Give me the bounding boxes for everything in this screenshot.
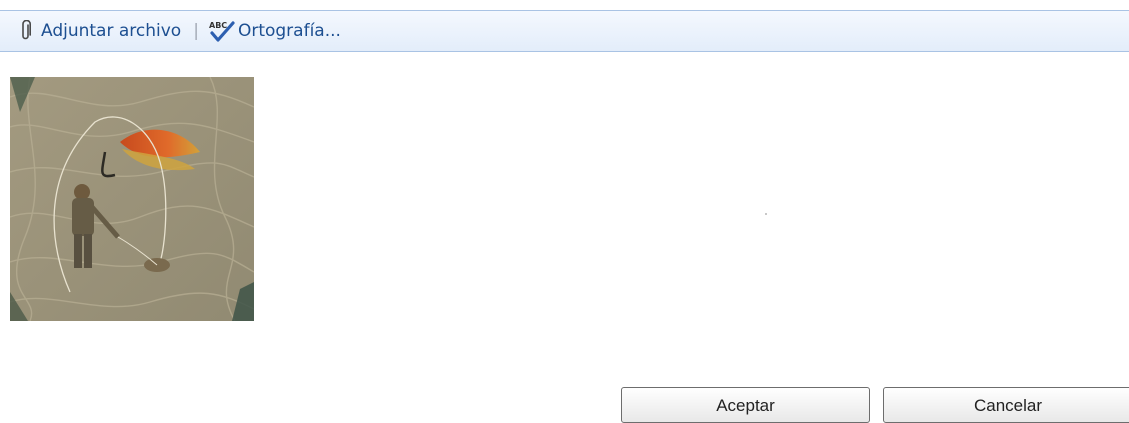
- spelling-button[interactable]: ABC Ortografía...: [209, 19, 341, 43]
- ok-button[interactable]: Aceptar: [621, 387, 870, 423]
- cancel-button[interactable]: Cancelar: [883, 387, 1129, 423]
- image-thumbnail: [10, 77, 254, 321]
- toolbar-separator: |: [193, 21, 199, 41]
- spelling-label: Ortografía...: [237, 21, 341, 41]
- attach-file-label: Adjuntar archivo: [41, 21, 182, 41]
- paperclip-icon: [20, 20, 32, 42]
- editor-toolbar: Adjuntar archivo | ABC Ortografía...: [0, 10, 1129, 52]
- attach-file-button[interactable]: Adjuntar archivo: [20, 20, 181, 42]
- stray-pixel: [765, 213, 767, 215]
- spell-check-icon: ABC: [209, 19, 235, 43]
- spell-check-icon-text: ABC: [209, 21, 227, 30]
